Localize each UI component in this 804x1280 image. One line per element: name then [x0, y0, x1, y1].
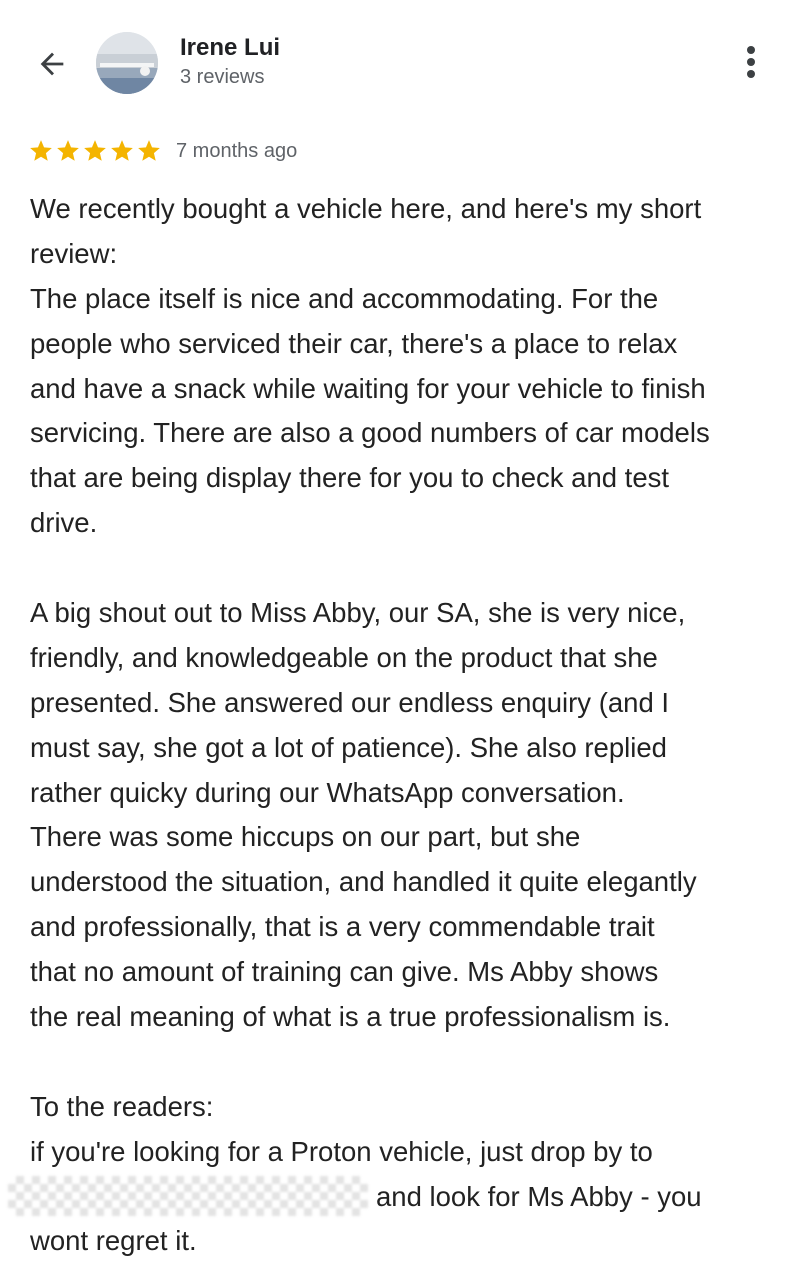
review-text: We recently bought a vehicle here, and h…: [8, 187, 790, 1264]
review-line: rather quicky during our WhatsApp conver…: [30, 776, 625, 808]
review-line-with-redaction: and look for Ms Abby - you: [8, 1175, 790, 1220]
review-line: A big shout out to Miss Abby, our SA, sh…: [30, 597, 686, 629]
review-line: people who serviced their car, there's a…: [30, 327, 678, 359]
review-header: Irene Lui 3 reviews: [0, 0, 804, 125]
review-line: and have a snack while waiting for your …: [30, 372, 706, 404]
review-line: To the readers:: [30, 1090, 214, 1122]
star-icon: [136, 138, 162, 164]
review-line: and professionally, that is a very comme…: [30, 911, 655, 943]
back-button[interactable]: [28, 40, 76, 88]
review-line: drive.: [30, 507, 98, 539]
redacted-text: [8, 1175, 368, 1216]
review-line: understood the situation, and handled it…: [30, 866, 697, 898]
review-line: must say, she got a lot of patience). Sh…: [30, 731, 667, 763]
avatar-photo: [96, 32, 158, 94]
star-icon: [55, 138, 81, 164]
reviewer-name[interactable]: Irene Lui: [180, 34, 280, 62]
review-line: wont regret it.: [30, 1225, 197, 1257]
more-vert-icon: [747, 46, 755, 78]
reviewer-review-count: 3 reviews: [180, 66, 265, 88]
review-line: presented. She answered our endless enqu…: [30, 686, 670, 718]
review-line: that no amount of training can give. Ms …: [30, 956, 659, 988]
review-line: review:: [30, 237, 118, 269]
rating-row: 7 months ago: [28, 136, 297, 166]
review-time: 7 months ago: [176, 139, 298, 162]
star-icon: [82, 138, 108, 164]
star-icon: [28, 138, 54, 164]
review-line: friendly, and knowledgeable on the produ…: [30, 641, 658, 673]
review-line: servicing. There are also a good numbers…: [30, 417, 710, 449]
review-line: The place itself is nice and accommodati…: [30, 282, 659, 314]
review-line: There was some hiccups on our part, but …: [30, 821, 581, 853]
more-options-button[interactable]: [728, 38, 774, 86]
arrow-left-icon: [40, 52, 64, 76]
star-rating: [28, 138, 162, 164]
review-line: that are being display there for you to …: [30, 462, 669, 494]
avatar[interactable]: [96, 32, 158, 94]
star-icon: [109, 138, 135, 164]
review-line: We recently bought a vehicle here, and h…: [30, 193, 702, 224]
review-line-text: and look for Ms Abby - you: [376, 1180, 702, 1212]
review-line: if you're looking for a Proton vehicle, …: [30, 1135, 653, 1167]
review-line: the real meaning of what is a true profe…: [30, 1001, 671, 1033]
